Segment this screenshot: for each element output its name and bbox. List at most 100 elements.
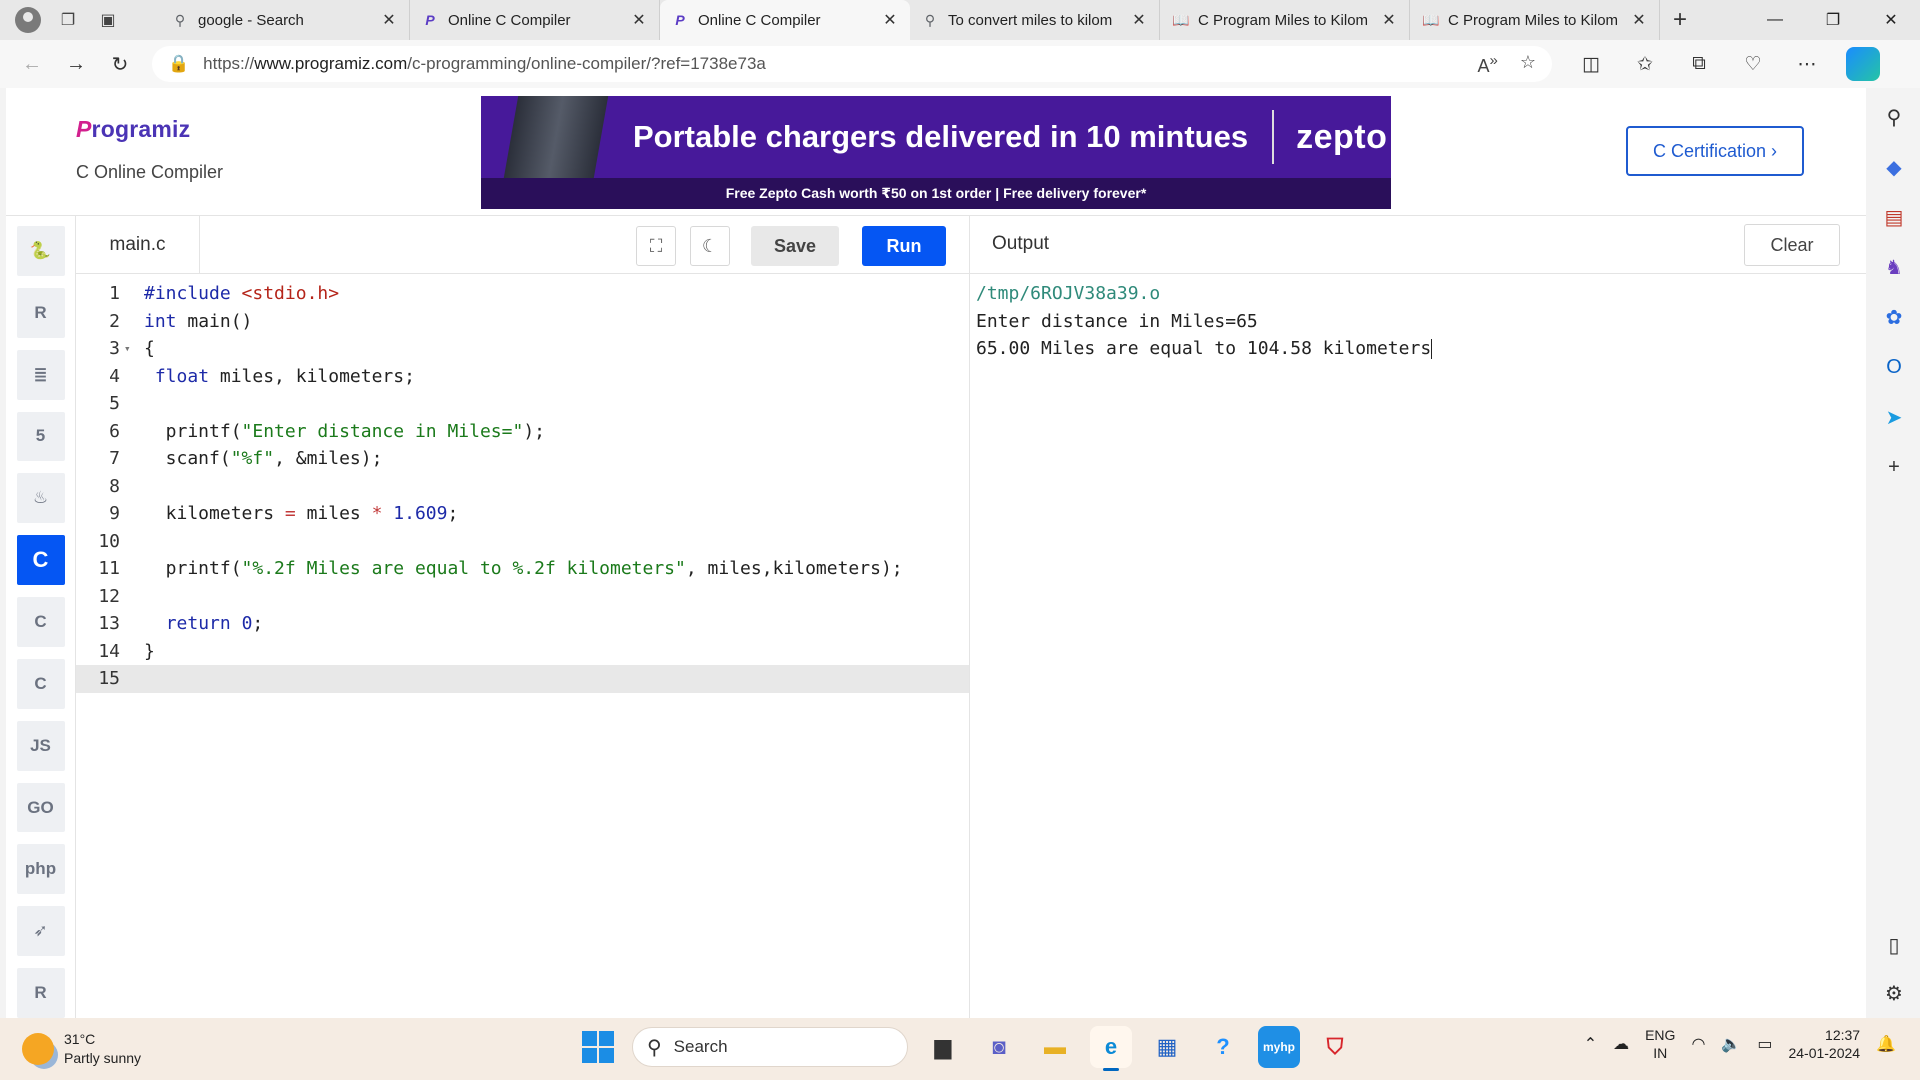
browser-tab-2[interactable]: P Online C Compiler ✕ [410,0,660,40]
add-icon[interactable]: + [1879,452,1909,482]
taskbar-search[interactable]: ⚲ Search [632,1027,908,1067]
close-icon[interactable]: ✕ [1131,10,1147,30]
browser-tab-6[interactable]: 📖 C Program Miles to Kilom ✕ [1410,0,1660,40]
go-icon[interactable]: GO [16,782,65,833]
settings-gear-icon[interactable]: ⚙ [1879,978,1909,1008]
save-button[interactable]: Save [751,226,839,266]
file-explorer-icon[interactable]: ▬ [1034,1026,1076,1068]
swift-icon[interactable]: ➶ [16,906,65,957]
restore-icon[interactable]: ❐ [1804,0,1862,40]
code-line[interactable]: 12 [76,583,969,611]
js-icon[interactable]: JS [16,720,65,771]
new-tab-button[interactable]: + [1660,6,1700,34]
favorite-star-icon[interactable]: ☆ [1520,52,1536,77]
html-icon[interactable]: 5 [16,411,65,462]
url-field[interactable]: 🔒 https://www.programiz.com/c-programmin… [152,46,1552,82]
code-area[interactable]: 1 #include <stdio.h> 2 int main() 3 ▾{4 float… [76,274,969,693]
code-line[interactable]: 8 [76,473,969,501]
clear-button[interactable]: Clear [1744,224,1840,266]
split-screen-icon[interactable]: ◫ [1568,46,1614,82]
close-icon[interactable]: ✕ [381,10,397,30]
games-icon[interactable]: ♞ [1879,252,1909,282]
advertisement-banner[interactable]: Portable chargers delivered in 10 mintue… [481,96,1391,209]
code-line[interactable]: 6 printf("Enter distance in Miles="); [76,418,969,446]
run-button[interactable]: Run [862,226,946,266]
weather-widget[interactable]: 31°C Partly sunny [22,1030,141,1068]
search-icon[interactable]: ⚲ [1879,102,1909,132]
store-icon[interactable]: ▦ [1146,1026,1188,1068]
send-icon[interactable]: ➤ [1879,402,1909,432]
profile-button[interactable] [10,4,46,36]
wifi-icon[interactable]: ◠ [1691,1034,1705,1054]
chevron-up-icon[interactable]: ⌃ [1584,1034,1597,1054]
sql-icon[interactable]: ≣ [16,349,65,400]
code-line[interactable]: 4 float miles, kilometers; [76,363,969,391]
lock-icon[interactable]: 🔒 [168,54,189,74]
refresh-button[interactable]: ↻ [98,46,142,82]
close-icon[interactable]: ✕ [1631,10,1647,30]
code-line[interactable]: 13 return 0; [76,610,969,638]
forward-button[interactable]: → [54,46,98,82]
c-icon[interactable]: C [16,535,65,586]
shopping-icon[interactable]: ◆ [1879,152,1909,182]
back-button[interactable]: ← [10,46,54,82]
close-icon[interactable]: ✕ [882,10,898,30]
code-line[interactable]: 2 int main() [76,308,969,336]
outlook-icon[interactable]: O [1879,352,1909,382]
python-icon[interactable]: 🐍 [16,226,65,276]
notification-bell-icon[interactable]: 🔔 [1876,1034,1896,1054]
code-line[interactable]: 3 ▾{ [76,335,969,363]
help-icon[interactable]: ? [1202,1026,1244,1068]
code-line[interactable]: 15 [76,665,969,693]
read-aloud-icon[interactable]: A» [1478,52,1498,77]
output-console[interactable]: /tmp/6ROJV38a39.o Enter distance in Mile… [970,274,1866,363]
copilot-icon[interactable] [1846,47,1880,81]
language-indicator[interactable]: ENG IN [1645,1026,1675,1062]
more-menu-icon[interactable]: ⋯ [1784,46,1830,82]
volume-icon[interactable]: 🔈 [1721,1034,1741,1054]
rust-icon[interactable]: R [16,968,65,1018]
close-icon[interactable]: ✕ [631,10,647,30]
start-button[interactable] [578,1027,618,1067]
close-window-icon[interactable]: ✕ [1862,0,1920,40]
minimize-icon[interactable]: — [1746,0,1804,40]
php-icon[interactable]: php [16,844,65,895]
clock[interactable]: 12:37 24-01-2024 [1788,1026,1860,1062]
chat-icon[interactable]: ◙ [978,1026,1020,1068]
onedrive-icon[interactable]: ☁ [1613,1034,1629,1054]
performance-icon[interactable]: ♡ [1730,46,1776,82]
code-line[interactable]: 5 [76,390,969,418]
programiz-logo[interactable]: Programiz [76,116,190,143]
code-line[interactable]: 7 scanf("%f", &miles); [76,445,969,473]
hide-sidebar-icon[interactable]: ▯ [1879,930,1909,960]
browser-tab-5[interactable]: 📖 C Program Miles to Kilom ✕ [1160,0,1410,40]
mcafee-icon[interactable]: ⛉ [1314,1026,1356,1068]
collections-icon[interactable]: ⧉ [1676,46,1722,82]
certification-button[interactable]: C Certification › [1626,126,1804,176]
code-line[interactable]: 14} [76,638,969,666]
copilot-app-icon[interactable]: ✿ [1879,302,1909,332]
browser-tab-1[interactable]: ⚲ google - Search ✕ [160,0,410,40]
vertical-tabs-button[interactable]: ▣ [90,4,126,36]
code-line[interactable]: 11 printf("%.2f Miles are equal to %.2f … [76,555,969,583]
close-icon[interactable]: ✕ [1381,10,1397,30]
workspaces-button[interactable]: ❐ [50,4,86,36]
java-icon[interactable]: ♨ [16,473,65,524]
code-line[interactable]: 10 [76,528,969,556]
battery-icon[interactable]: ▭ [1757,1034,1772,1054]
cpp-icon[interactable]: C [16,597,65,647]
dark-mode-button[interactable]: ☾ [690,226,730,266]
file-tab-main-c[interactable]: main.c [76,216,200,274]
browser-tab-3-active[interactable]: P Online C Compiler ✕ [660,0,910,40]
fold-arrow-icon[interactable]: ▾ [124,342,144,355]
csharp-icon[interactable]: C [16,658,65,709]
code-line[interactable]: 9 kilometers = miles * 1.609; [76,500,969,528]
favorites-icon[interactable]: ✩ [1622,46,1668,82]
fullscreen-button[interactable]: ⛶ [636,226,676,266]
edge-browser-icon[interactable]: e [1090,1026,1132,1071]
browser-tab-4[interactable]: ⚲ To convert miles to kilom ✕ [910,0,1160,40]
task-view-icon[interactable]: ▆ [922,1026,964,1068]
code-line[interactable]: 1 #include <stdio.h> [76,280,969,308]
tools-icon[interactable]: ▤ [1879,202,1909,232]
r-icon[interactable]: R [16,287,65,338]
